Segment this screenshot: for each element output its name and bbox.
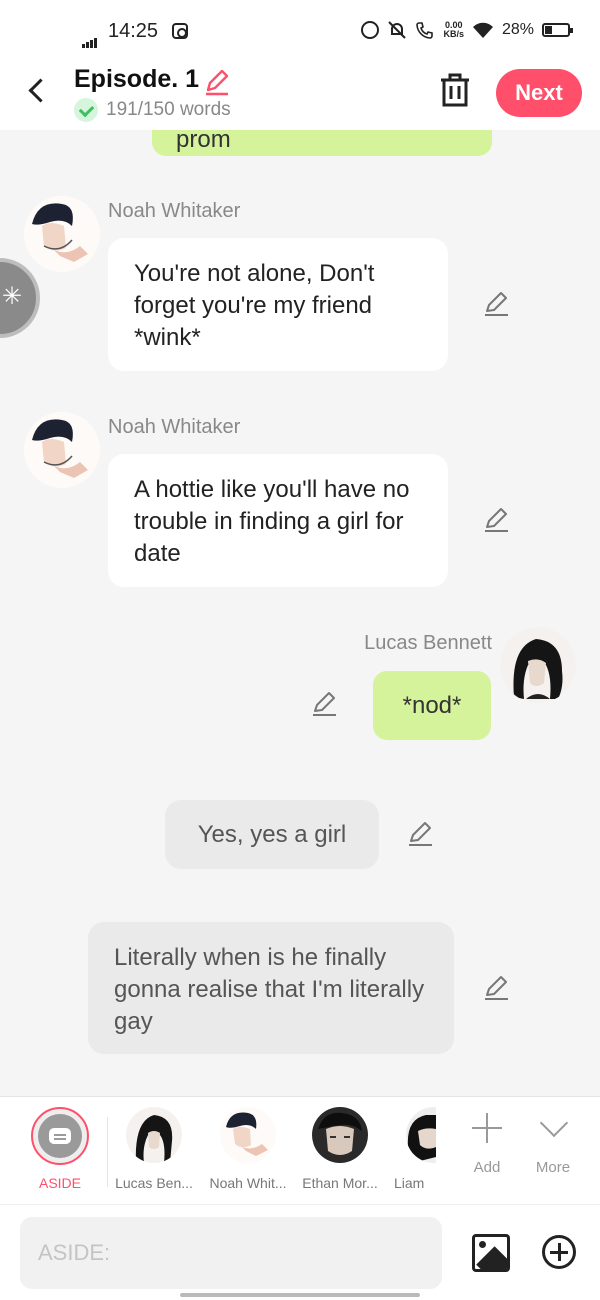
pencil-icon[interactable]	[482, 974, 510, 1002]
pencil-icon[interactable]	[310, 690, 338, 718]
instagram-icon	[172, 23, 188, 39]
back-icon[interactable]	[22, 74, 52, 108]
alarm-icon	[361, 21, 380, 39]
floating-tool-button[interactable]	[0, 258, 40, 338]
pencil-icon[interactable]	[482, 290, 510, 318]
message-bubble[interactable]: A hottie like you'll have no trouble in …	[108, 454, 448, 587]
sender-name: Lucas Bennett	[364, 632, 492, 654]
character-name: Liam	[394, 1175, 425, 1191]
battery-icon	[542, 23, 573, 37]
aside-bubble[interactable]: Yes, yes a girl	[165, 800, 379, 869]
input-bar	[0, 1204, 600, 1300]
check-icon	[74, 98, 98, 122]
avatar-liam	[406, 1107, 436, 1163]
image-icon[interactable]	[472, 1234, 510, 1272]
trash-icon[interactable]	[438, 72, 472, 108]
home-indicator[interactable]	[180, 1293, 420, 1297]
episode-title[interactable]: Episode. 1	[74, 65, 199, 94]
aside-icon	[38, 1114, 82, 1158]
character-liam[interactable]: Liam	[370, 1107, 436, 1191]
avatar-ethan	[312, 1107, 368, 1163]
character-name: Noah Whit...	[209, 1175, 287, 1191]
sender-name: Noah Whitaker	[108, 200, 241, 222]
add-label: Add	[473, 1159, 501, 1176]
avatar-lucas[interactable]	[500, 627, 576, 703]
chevron-down-icon	[536, 1111, 570, 1145]
character-name: Lucas Ben...	[115, 1175, 193, 1191]
status-time: 14:25	[108, 20, 159, 42]
character-noah[interactable]: Noah Whit...	[206, 1107, 290, 1191]
battery-percent: 28%	[501, 21, 534, 38]
avatar-noah[interactable]	[24, 412, 100, 488]
plus-circle-icon[interactable]	[542, 1235, 576, 1269]
avatar-noah[interactable]	[24, 196, 100, 272]
message-bubble[interactable]: *nod*	[373, 671, 491, 740]
message-bubble-partial[interactable]: prom	[152, 130, 492, 156]
word-count: 191/150 words	[74, 98, 231, 122]
net-speed: 0.00 KB/s	[443, 20, 464, 39]
message-bubble[interactable]: You're not alone, Don't forget you're my…	[108, 238, 448, 371]
character-bar: ASIDE Lucas Ben... Noah Whit... Ethan Mo…	[0, 1096, 600, 1204]
aside-label: ASIDE	[38, 1175, 81, 1191]
more-label: More	[535, 1159, 571, 1176]
avatar-lucas	[126, 1107, 182, 1163]
wifi-icon	[472, 22, 493, 38]
mute-icon	[388, 21, 407, 39]
word-count-text: 191/150 words	[106, 99, 231, 120]
wifi-call-icon	[416, 22, 434, 39]
aside-bubble[interactable]: Literally when is he finally gonna reali…	[88, 922, 454, 1054]
character-lucas[interactable]: Lucas Ben...	[112, 1107, 196, 1191]
sender-name: Noah Whitaker	[108, 416, 241, 438]
pencil-icon[interactable]	[406, 820, 434, 848]
aside-button[interactable]	[31, 1107, 89, 1165]
message-input[interactable]	[20, 1217, 442, 1289]
divider	[107, 1117, 108, 1187]
pencil-icon[interactable]	[202, 68, 230, 96]
add-character-button[interactable]: Add	[460, 1111, 514, 1176]
next-button[interactable]: Next	[496, 69, 582, 117]
chat-area[interactable]: prom Noah Whitaker You're not alone, Don…	[0, 130, 600, 1096]
status-bar: 14:25 0.00 KB/s 28%	[0, 0, 600, 62]
more-button[interactable]: More	[526, 1111, 580, 1176]
signal-icon	[82, 30, 98, 48]
episode-header: Episode. 1 191/150 words Next	[0, 62, 600, 130]
plus-icon	[470, 1111, 504, 1145]
pencil-icon[interactable]	[482, 506, 510, 534]
avatar-noah	[220, 1107, 276, 1163]
